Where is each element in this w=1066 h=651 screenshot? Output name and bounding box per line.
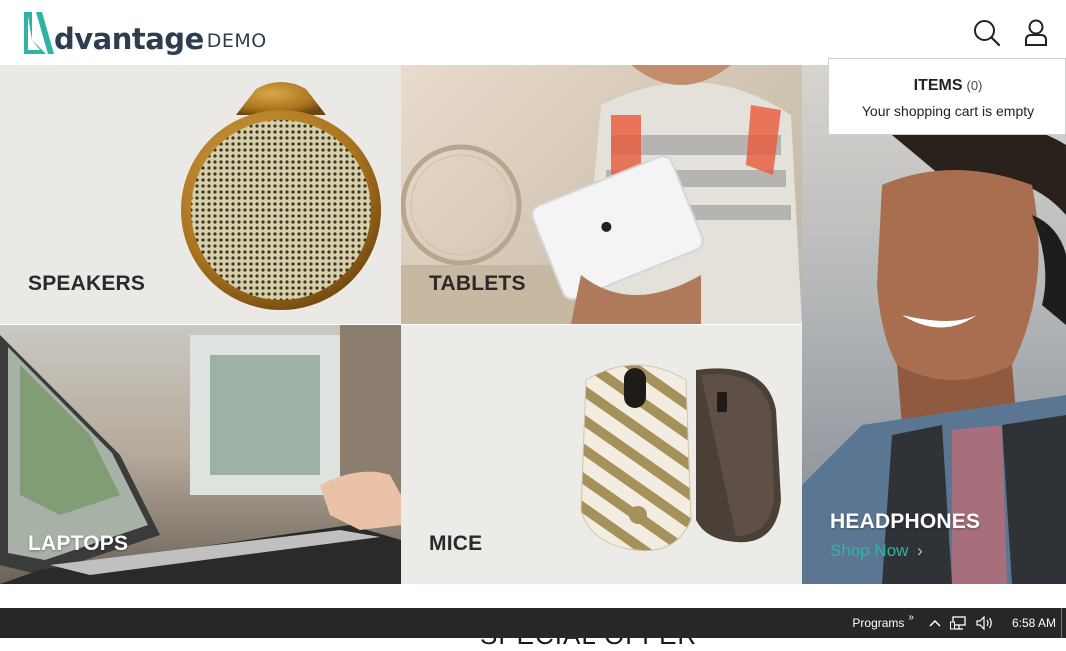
chevron-up-icon[interactable] — [928, 616, 942, 630]
category-tile-laptops[interactable]: LAPTOPS — [0, 325, 401, 584]
programs-menu[interactable]: Programs » — [852, 612, 914, 631]
taskbar-tray: Programs » 6:58 AM — [852, 608, 1056, 638]
category-label-speakers: SPEAKERS — [28, 272, 146, 295]
category-tile-tablets[interactable]: TABLETS — [401, 65, 802, 324]
logo-demo: DEMO — [206, 30, 267, 52]
clock[interactable]: 6:58 AM — [1012, 616, 1056, 630]
headphones-photo — [802, 122, 1066, 584]
user-icon[interactable] — [1021, 18, 1051, 48]
category-label-laptops: LAPTOPS — [28, 532, 129, 555]
search-icon[interactable] — [972, 18, 1002, 48]
chevron-right-icon: › — [917, 541, 923, 560]
programs-label: Programs — [852, 616, 905, 630]
logo-mark-icon — [24, 12, 54, 54]
logo-word: dvantage — [54, 22, 204, 56]
mice-image — [580, 364, 781, 552]
cart-count: (0) — [966, 78, 983, 93]
shop-now-link[interactable]: Shop Now › — [830, 541, 923, 561]
double-chevron-icon: » — [908, 611, 914, 623]
cart-title: ITEMS (0) — [829, 77, 1066, 95]
network-icon[interactable] — [949, 615, 968, 631]
cart-items-label: ITEMS — [913, 77, 963, 94]
logo[interactable]: dvantage DEMO — [22, 8, 267, 56]
category-label-tablets: TABLETS — [429, 272, 526, 295]
speaker-image — [181, 82, 381, 310]
category-label-headphones: HEADPHONES — [830, 510, 981, 533]
taskbar: Programs » 6:58 AM — [0, 608, 1066, 638]
volume-icon[interactable] — [976, 615, 994, 631]
cart-empty-message: Your shopping cart is empty — [861, 103, 1035, 119]
shop-now-label: Shop Now — [830, 541, 909, 560]
category-tile-speakers[interactable]: SPEAKERS — [0, 65, 401, 324]
category-label-mice: MICE — [429, 532, 483, 555]
category-tile-mice[interactable]: MICE — [401, 325, 802, 584]
site-header: dvantage DEMO — [0, 0, 1066, 65]
cart-popup[interactable]: ITEMS (0) Your shopping cart is empty — [828, 58, 1066, 135]
category-tile-headphones[interactable]: HEADPHONES Shop Now › — [802, 65, 1066, 584]
show-desktop-button[interactable] — [1061, 608, 1066, 638]
